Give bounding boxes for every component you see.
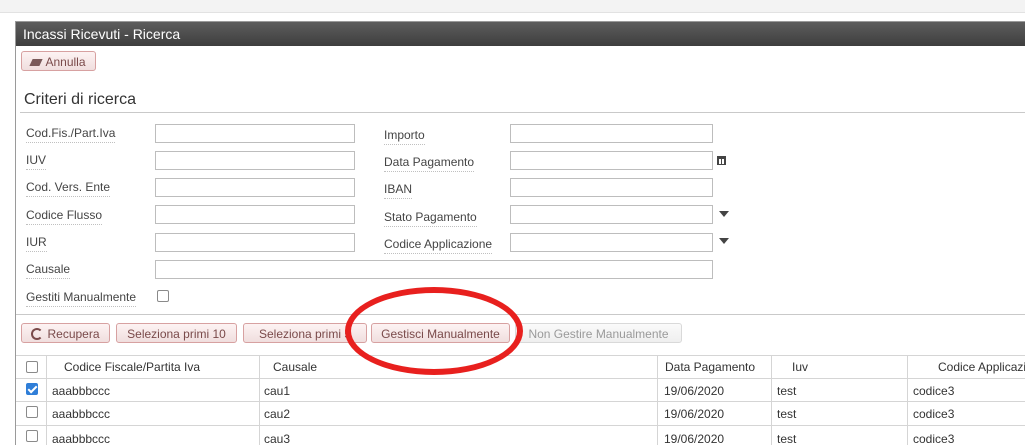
table-cell-codice: codice3 xyxy=(913,407,955,421)
codice-flusso-input[interactable] xyxy=(155,205,355,224)
gestiti-label: Gestiti Manualmente xyxy=(26,290,137,307)
row-divider xyxy=(16,425,1025,426)
cf-input[interactable] xyxy=(155,124,355,143)
table-cell-cf: aaabbbccc xyxy=(52,407,111,421)
iuv-label: IUV xyxy=(26,153,47,170)
select-all-checkbox[interactable] xyxy=(26,361,38,373)
row-checkbox[interactable] xyxy=(26,406,38,418)
causale-input[interactable] xyxy=(155,260,713,279)
iban-input[interactable] xyxy=(510,178,713,197)
window-title: Incassi Ricevuti - Ricerca xyxy=(16,22,1025,46)
column-header-codice-applicazione[interactable]: Codice Applicazi xyxy=(938,356,1025,378)
chevron-down-icon[interactable] xyxy=(719,238,729,244)
stato-pagamento-select[interactable] xyxy=(510,205,713,224)
table-cell-causale: cau2 xyxy=(264,407,291,421)
gestiti-checkbox[interactable] xyxy=(157,290,169,302)
non-gestire-manualmente-button[interactable]: Non Gestire Manualmente xyxy=(515,323,682,343)
iuv-input[interactable] xyxy=(155,151,355,170)
criteria-divider xyxy=(20,112,1025,113)
column-header-cf[interactable]: Codice Fiscale/Partita Iva xyxy=(64,356,200,378)
table-cell-data: 19/06/2020 xyxy=(664,407,725,421)
iur-input[interactable] xyxy=(155,233,355,252)
row-checkbox[interactable] xyxy=(26,430,38,442)
cancel-button[interactable]: Annulla xyxy=(21,51,96,71)
table-cell-iuv: test xyxy=(777,384,797,398)
chevron-down-icon[interactable] xyxy=(719,211,729,217)
gestisci-manualmente-button[interactable]: Gestisci Manualmente xyxy=(371,323,510,343)
table-cell-data: 19/06/2020 xyxy=(664,432,725,445)
refresh-icon xyxy=(31,328,44,340)
table-cell-codice: codice3 xyxy=(913,384,955,398)
table-cell-codice: codice3 xyxy=(913,432,955,445)
criteria-title: Criteri di ricerca xyxy=(24,91,137,108)
cancel-button-label: Annulla xyxy=(45,55,86,69)
table-cell-data: 19/06/2020 xyxy=(664,384,725,398)
codice-flusso-label: Codice Flusso xyxy=(26,208,103,225)
cod-vers-ente-input[interactable] xyxy=(155,178,355,197)
iban-label: IBAN xyxy=(384,182,413,199)
table-cell-cf: aaabbbccc xyxy=(52,384,111,398)
row-divider xyxy=(16,401,1025,402)
search-window: Incassi Ricevuti - Ricerca Annulla Crite… xyxy=(15,21,1025,445)
column-header-data-pagamento[interactable]: Data Pagamento xyxy=(665,356,755,378)
codice-applicazione-label: Codice Applicazione xyxy=(384,237,493,254)
table-cell-iuv: test xyxy=(777,407,797,421)
recupera-button[interactable]: Recupera xyxy=(21,323,110,343)
table-cell-iuv: test xyxy=(777,432,797,445)
column-header-causale[interactable]: Causale xyxy=(273,356,317,378)
cod-vers-ente-label: Cod. Vers. Ente xyxy=(26,180,111,197)
importo-label: Importo xyxy=(384,128,425,145)
importo-input[interactable] xyxy=(510,124,713,143)
table-cell-cf: aaabbbccc xyxy=(52,432,111,445)
data-pagamento-label: Data Pagamento xyxy=(384,155,475,172)
stato-pagamento-label: Stato Pagamento xyxy=(384,210,477,227)
top-toolbar: Annulla xyxy=(16,46,1025,75)
iur-label: IUR xyxy=(26,235,47,252)
data-pagamento-input[interactable] xyxy=(510,151,713,170)
table-cell-causale: cau1 xyxy=(264,384,291,398)
table-header-line xyxy=(16,378,1025,379)
codice-applicazione-select[interactable] xyxy=(510,233,713,252)
browser-top-strip xyxy=(0,0,1025,13)
seleziona-primi-10-button[interactable]: Seleziona primi 10 xyxy=(116,323,237,343)
cf-label: Cod.Fis./Part.Iva xyxy=(26,126,116,143)
actions-divider xyxy=(16,314,1025,315)
calendar-icon[interactable] xyxy=(717,156,726,165)
recupera-button-label: Recupera xyxy=(47,327,100,341)
causale-label: Causale xyxy=(26,262,71,279)
seleziona-primi-50-button[interactable]: Seleziona primi 5 xyxy=(243,323,367,343)
row-checkbox[interactable] xyxy=(26,383,38,395)
column-header-iuv[interactable]: Iuv xyxy=(792,356,808,378)
table-cell-causale: cau3 xyxy=(264,432,291,445)
eraser-icon xyxy=(29,59,44,67)
